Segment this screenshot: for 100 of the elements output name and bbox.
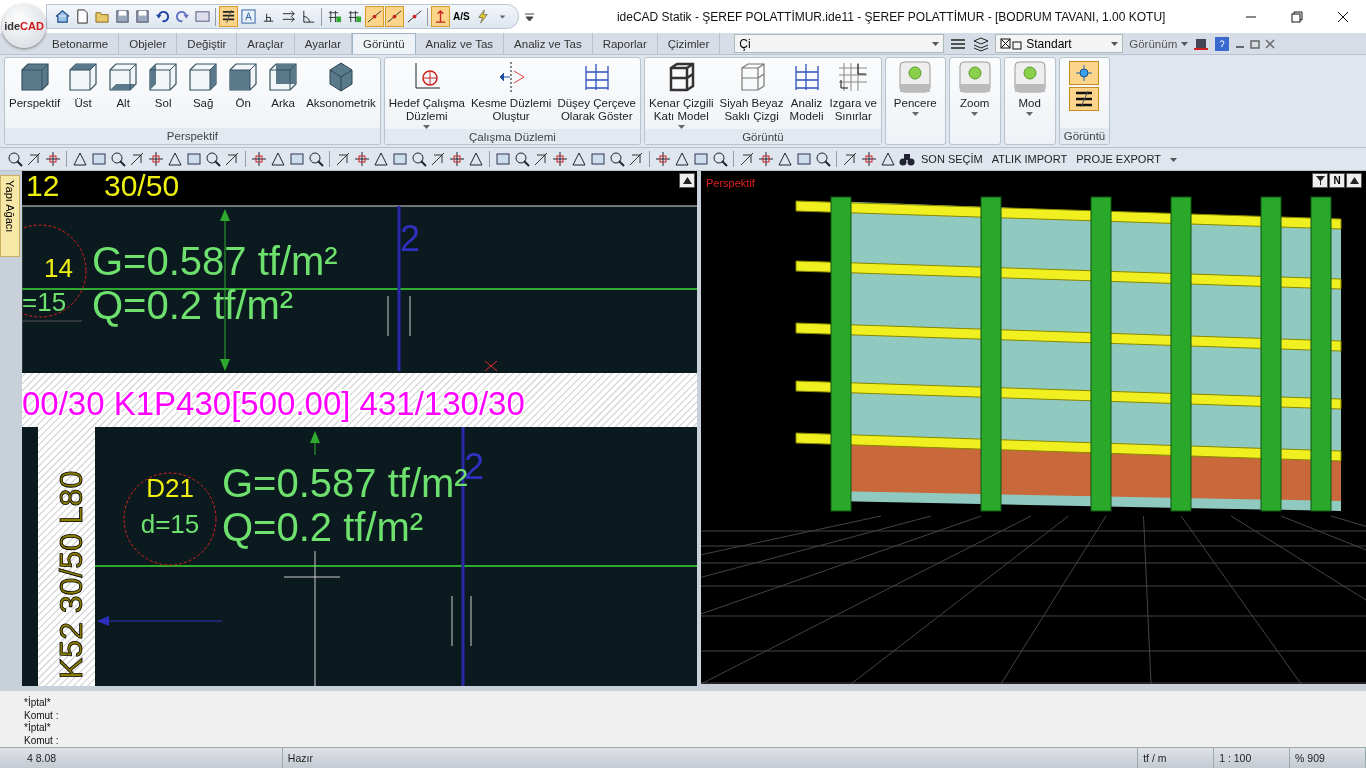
tool-icon[interactable]: [25, 150, 43, 168]
tool-icon[interactable]: [570, 150, 588, 168]
app-logo[interactable]: ideCAD: [2, 4, 46, 48]
customize-caret-icon[interactable]: [524, 12, 534, 21]
ribbon-tab[interactable]: Analiz ve Tas: [415, 33, 505, 54]
ribbon-button[interactable]: Zoom: [951, 60, 998, 116]
tool-icon[interactable]: [711, 150, 729, 168]
ribbon-tab[interactable]: Görüntü: [352, 33, 416, 54]
snap-icon[interactable]: [385, 6, 404, 27]
ribbon-button[interactable]: Mod: [1006, 60, 1053, 116]
ribbon-button[interactable]: Sağ: [184, 60, 223, 110]
maximize-button[interactable]: [1346, 173, 1362, 188]
ribbon-button[interactable]: Arka: [264, 60, 303, 110]
ribbon-tab[interactable]: Objeler: [119, 33, 178, 54]
tool-icon[interactable]: [372, 150, 390, 168]
dimension-arrow: [310, 431, 320, 456]
lamp-icon: [898, 60, 933, 94]
axis-label: 2: [400, 218, 421, 259]
status-field: 4 8.08: [22, 748, 283, 768]
tool-icon[interactable]: [6, 150, 24, 168]
ribbon-button[interactable]: Perspektif: [7, 60, 63, 110]
tool-icon[interactable]: [269, 150, 287, 168]
ribbon-tab[interactable]: Betonarme: [42, 33, 120, 54]
ribbon-tab[interactable]: Çizimler: [657, 33, 721, 54]
text-icon[interactable]: [239, 6, 258, 27]
ribbon-tab[interactable]: Ayarlar: [294, 33, 352, 54]
ortho-icon[interactable]: [431, 6, 450, 27]
view-menu[interactable]: Görünüm: [1129, 37, 1178, 50]
tool-icon[interactable]: [410, 150, 428, 168]
restore-icon[interactable]: [1250, 38, 1261, 49]
tool-icon[interactable]: [71, 150, 89, 168]
tool-icon[interactable]: [128, 150, 146, 168]
ribbon-button[interactable]: Kenar Çizgili Katı Model: [647, 60, 716, 129]
ribbon-button[interactable]: Düşey Çerçeve Olarak Göster: [555, 60, 639, 123]
tool-icon[interactable]: [841, 150, 859, 168]
side-panel-tab[interactable]: Yapı Ağacı: [0, 175, 20, 257]
tool-icon[interactable]: [307, 150, 325, 168]
tool-icon[interactable]: [879, 150, 897, 168]
tool-icon[interactable]: [513, 150, 531, 168]
caret-icon: [911, 112, 919, 116]
view-label: Perspektif: [706, 177, 755, 189]
tool-icon[interactable]: [532, 150, 550, 168]
ribbon-button[interactable]: Alt: [104, 60, 143, 110]
layer-state-icon: [1000, 37, 1025, 50]
load-label: Q=0.2 tf/m²: [92, 283, 294, 327]
ribbon-button[interactable]: Hedef Çalışma Düzlemi: [386, 60, 467, 129]
maximize-button[interactable]: [679, 173, 695, 188]
layers-icon[interactable]: [219, 6, 238, 27]
triangle-up-icon: [1349, 177, 1359, 184]
tool-icon[interactable]: [429, 150, 447, 168]
ribbon-button[interactable]: Aksonometrik: [304, 60, 378, 110]
help-icon[interactable]: [1214, 35, 1231, 52]
ribbon-button[interactable]: Siyah Beyaz Saklı Çizgi: [717, 60, 786, 123]
snap-icon[interactable]: [365, 6, 384, 27]
toolbar-button[interactable]: SON SEÇİM: [917, 153, 987, 165]
ribbon-button[interactable]: Ön: [224, 60, 263, 110]
close-icon: [1337, 10, 1349, 23]
tool-icon[interactable]: [673, 150, 691, 168]
view-toggle-button[interactable]: N: [1329, 173, 1345, 188]
ribbon-button[interactable]: Izgara ve Sınırlar: [827, 60, 879, 123]
tool-icon[interactable]: [166, 150, 184, 168]
command-dropdown[interactable]: Çi: [734, 34, 945, 53]
text-style-button[interactable]: A/S: [451, 6, 472, 27]
ribbon-tab[interactable]: Değiştir: [177, 33, 238, 54]
ribbon-tab[interactable]: Analiz ve Tas: [504, 33, 593, 54]
tool-icon[interactable]: [738, 150, 756, 168]
ribbon-button[interactable]: Analiz Modeli: [787, 60, 826, 123]
tool-icon[interactable]: [467, 150, 485, 168]
close-icon[interactable]: [1265, 38, 1276, 49]
tool-icon[interactable]: [814, 150, 832, 168]
layers-icon[interactable]: [972, 35, 991, 52]
tool-icon[interactable]: [109, 150, 127, 168]
tool-icon[interactable]: [608, 150, 626, 168]
tool-icon[interactable]: [334, 150, 352, 168]
group-title: Perspektif: [166, 130, 218, 142]
crosshair-toggle[interactable]: [1069, 61, 1100, 85]
filter-icon[interactable]: [1312, 173, 1328, 188]
tool-icon[interactable]: [627, 150, 645, 168]
lamp-icon: [1012, 60, 1047, 94]
style-dropdown[interactable]: Standart: [995, 34, 1124, 53]
ribbon-button[interactable]: Kesme Düzlemi Oluştur: [468, 60, 554, 123]
load-label: G=0.587 tf/m²: [92, 239, 338, 283]
layers-toggle[interactable]: [1069, 87, 1100, 111]
ribbon-button[interactable]: Pencere: [887, 60, 943, 116]
tool-icon[interactable]: [204, 150, 222, 168]
slab-thickness: =15: [22, 287, 67, 317]
ribbon-button[interactable]: Sol: [144, 60, 183, 110]
tool-icon[interactable]: [776, 150, 794, 168]
tool-icon[interactable]: [223, 150, 241, 168]
toolbar-button[interactable]: ATLIK IMPORT: [987, 153, 1072, 165]
ribbon-button[interactable]: Üst: [64, 60, 103, 110]
caret-icon[interactable]: [1181, 41, 1189, 46]
group-title: Görüntü: [1063, 130, 1106, 142]
ribbon-tab[interactable]: Araçlar: [237, 33, 295, 54]
status-field: Hazır: [282, 748, 1139, 768]
command-log-line: Komut :: [24, 709, 60, 721]
command-log-line: *İptal*: [24, 722, 52, 735]
ribbon-tab[interactable]: Raporlar: [592, 33, 658, 54]
toolbar-button[interactable]: PROJE EXPORT: [1072, 153, 1165, 165]
lamp-icon: [957, 60, 992, 94]
